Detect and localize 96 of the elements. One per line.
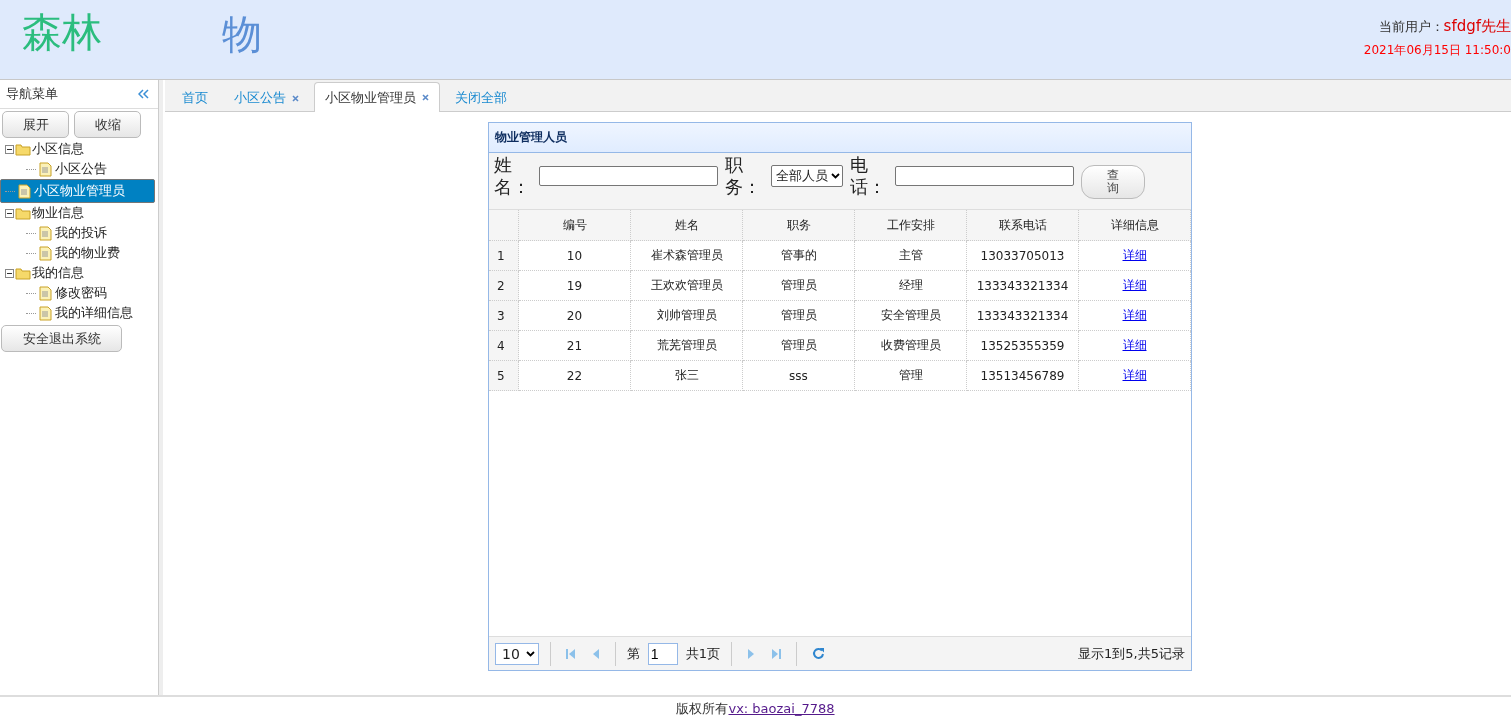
sidebar-title: 导航菜单 [6, 85, 58, 103]
tab[interactable]: 关闭全部 [444, 83, 518, 112]
document-icon [39, 161, 52, 177]
detail-link[interactable]: 详细 [1122, 368, 1147, 382]
logo-text: 森林 [22, 8, 102, 57]
tree-item[interactable]: 小区信息 [32, 140, 84, 158]
table-cell: 王欢欢管理员 [630, 270, 743, 301]
tab[interactable]: 小区公告 [223, 83, 310, 112]
table-cell: 21 [518, 330, 631, 361]
collapse-icon[interactable] [138, 89, 150, 99]
tree-item[interactable]: 我的信息 [32, 264, 84, 282]
chevron-icon [525, 650, 535, 657]
detail-link[interactable]: 详细 [1122, 308, 1147, 322]
row-number: 4 [489, 330, 519, 361]
tree-toggle-button[interactable]: 收缩 [74, 111, 141, 138]
datetime-text: 2021年06月15日 11:50:0 [1363, 42, 1511, 59]
table-cell: 22 [518, 360, 631, 391]
close-icon[interactable] [292, 94, 299, 102]
table-cell: 133343321334 [966, 300, 1079, 331]
role-dropdown[interactable]: 全部人员 [770, 165, 843, 187]
table-cell: 10 [518, 240, 631, 271]
page-size-dropdown[interactable]: 10 [495, 642, 539, 665]
table-cell: 张三 [630, 360, 743, 391]
tree-item[interactable]: 我的物业费 [0, 243, 158, 263]
logo-text: 物 [222, 10, 262, 59]
table-cell: 13033705013 [966, 240, 1079, 271]
table-cell: 荒芜管理员 [630, 330, 743, 361]
tree-expander-icon[interactable] [5, 144, 14, 154]
phone-input-field[interactable] [895, 166, 1075, 186]
tree-expander-icon[interactable] [5, 208, 14, 218]
row-number: 2 [489, 270, 519, 301]
table-cell: 管理员 [742, 300, 855, 331]
table-cell: 经理 [854, 270, 967, 301]
table-cell: 刘帅管理员 [630, 300, 743, 331]
document-icon [39, 305, 52, 321]
tree-item[interactable]: 修改密码 [0, 283, 158, 303]
tree-item[interactable]: 小区物业管理员 [0, 179, 155, 203]
page-total: 共1页 [685, 644, 721, 663]
tree-expander-icon[interactable] [5, 268, 14, 278]
contact-link[interactable]: vx: baozai_7788 [728, 701, 835, 716]
copyright-text: 版权所有 [676, 699, 729, 718]
user-label: 当前用户： [1378, 19, 1444, 34]
tab[interactable]: 小区物业管理员 [314, 82, 440, 112]
row-number: 3 [489, 300, 519, 331]
tree-item[interactable]: 小区公告 [0, 159, 158, 179]
record-summary: 显示1到5,共5记录 [1078, 644, 1185, 663]
table-cell: 收费管理员 [854, 330, 967, 361]
tree-toggle-button[interactable]: 展开 [2, 111, 69, 138]
table-cell: 管事的 [742, 240, 855, 271]
tree-item[interactable]: 我的详细信息 [0, 303, 158, 323]
tree-item[interactable]: 我的投诉 [0, 223, 158, 243]
column-header: 联系电话 [966, 210, 1079, 241]
document-icon [39, 225, 52, 241]
panel-title: 物业管理人员 [489, 123, 1191, 153]
user-name: sfdgf先生 [1443, 17, 1511, 35]
table-cell: 19 [518, 270, 631, 301]
field-label: 电话： [849, 154, 887, 198]
table-cell: sss [742, 360, 855, 391]
table-cell: 崔术森管理员 [630, 240, 743, 271]
page-prefix: 第 [626, 644, 640, 663]
table-cell: 133343321334 [966, 270, 1079, 301]
detail-link[interactable]: 详细 [1122, 248, 1147, 262]
row-number: 1 [489, 240, 519, 271]
page-number-field[interactable]: 1 [647, 642, 678, 665]
table-cell: 管理员 [742, 330, 855, 361]
field-label: 职务： [725, 154, 763, 198]
logout-button[interactable]: 安全退出系统 [1, 325, 122, 352]
folder-icon [15, 266, 31, 280]
detail-link[interactable]: 详细 [1122, 338, 1147, 352]
tab[interactable]: 首页 [171, 83, 219, 112]
column-header: 工作安排 [854, 210, 967, 241]
document-icon [39, 285, 52, 301]
search-button[interactable]: 查询 [1081, 165, 1146, 199]
tree-item[interactable]: 物业信息 [32, 204, 84, 222]
name-input-field[interactable] [539, 166, 719, 186]
document-icon [39, 245, 52, 261]
column-header: 姓名 [630, 210, 743, 241]
close-icon[interactable] [422, 94, 429, 101]
detail-link[interactable]: 详细 [1122, 278, 1147, 292]
table-cell: 主管 [854, 240, 967, 271]
row-number: 5 [489, 360, 519, 391]
table-cell: 13525355359 [966, 330, 1079, 361]
folder-icon [15, 206, 31, 220]
table-cell: 13513456789 [966, 360, 1079, 391]
column-header: 编号 [518, 210, 631, 241]
table-cell: 安全管理员 [854, 300, 967, 331]
table-cell: 管理员 [742, 270, 855, 301]
field-label: 姓名： [494, 154, 531, 198]
column-header: 职务 [742, 210, 855, 241]
refresh-icon[interactable] [812, 647, 826, 660]
table-cell: 20 [518, 300, 631, 331]
table-cell: 管理 [854, 360, 967, 391]
document-icon [18, 183, 31, 199]
folder-icon [15, 142, 31, 156]
chevron-icon [830, 173, 840, 179]
column-header: 详细信息 [1078, 210, 1191, 241]
